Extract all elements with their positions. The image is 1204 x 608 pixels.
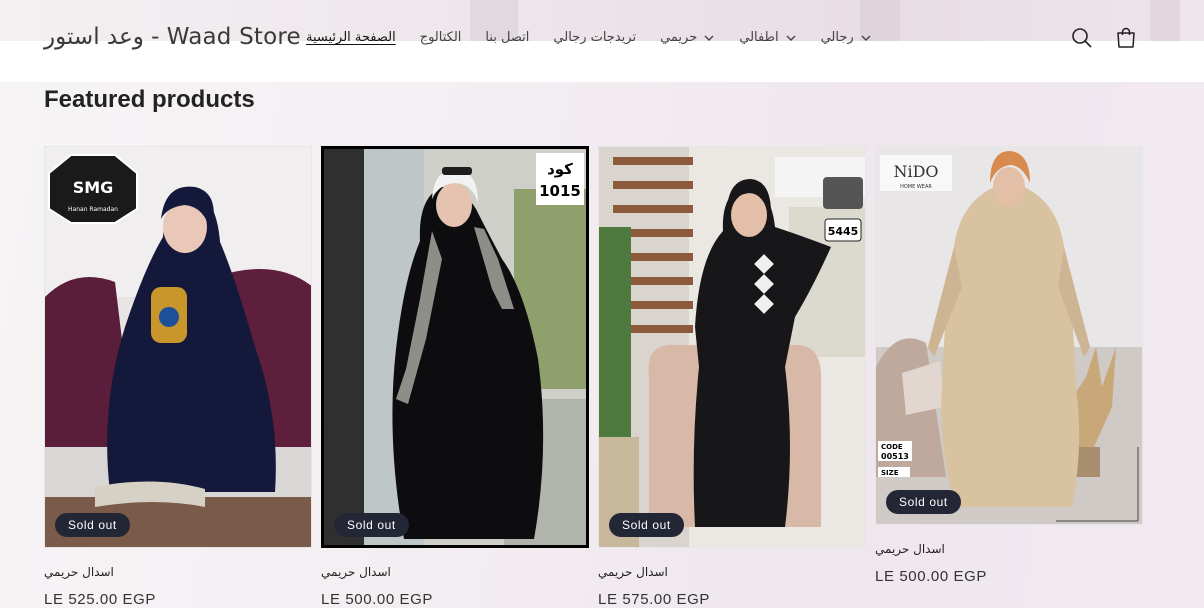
product-code: 1015 [539, 182, 581, 200]
product-card[interactable]: SMG Hanan Ramadan Sold out اسدال حريمي L… [44, 146, 312, 608]
site-header: وعد استور - Waad Store الصفحة الرئيسية ا… [0, 0, 1204, 82]
brand-subtext: HOME WEAR [900, 184, 932, 190]
brand-text: NiDO [893, 162, 938, 181]
main-nav: الصفحة الرئيسية الكتالوج اتصل بنا تريدجا… [306, 30, 896, 45]
product-name[interactable]: اسدال حريمي [44, 565, 312, 579]
store-logo[interactable]: وعد استور - Waad Store [44, 24, 301, 50]
product-card[interactable]: NiDO HOME WEAR CODE 00513 SIZE Sold out … [875, 146, 1143, 585]
product-photo: كود 1015 [324, 149, 586, 545]
product-image[interactable]: NiDO HOME WEAR CODE 00513 SIZE Sold out [875, 146, 1143, 525]
product-name[interactable]: اسدال حريمي [875, 542, 1143, 556]
product-photo: 5445 [599, 147, 865, 547]
size-label: SIZE [881, 469, 899, 477]
nav-item-men[interactable]: رجالي [821, 30, 872, 45]
search-button[interactable] [1070, 26, 1094, 50]
product-card[interactable]: 5445 Sold out اسدال حريمي LE 575.00 EGP [598, 146, 866, 608]
product-name[interactable]: اسدال حريمي [598, 565, 866, 579]
product-price: LE 575.00 EGP [598, 591, 711, 608]
nav-label: تريدجات رجالي [553, 30, 637, 45]
nav-item-catalog[interactable]: الكتالوج [420, 30, 462, 45]
product-price: LE 500.00 EGP [875, 568, 988, 585]
sold-out-badge: Sold out [886, 490, 961, 514]
product-code: 00513 [881, 452, 909, 461]
nav-label: اتصل بنا [485, 30, 530, 45]
nav-label: رجالي [820, 30, 854, 45]
code-label: CODE [881, 443, 903, 451]
nav-label: حريمي [660, 30, 698, 45]
code-label: كود [547, 160, 573, 178]
search-icon [1072, 28, 1092, 48]
nav-item-men-tracksuits[interactable]: تريدجات رجالي [553, 30, 636, 45]
product-price: LE 525.00 EGP [44, 591, 157, 608]
chevron-down-icon [861, 35, 871, 41]
nav-item-kids[interactable]: اطفالي [739, 30, 796, 45]
nav-item-contact[interactable]: اتصل بنا [485, 30, 529, 45]
nav-label: اطفالي [739, 30, 779, 45]
cart-button[interactable] [1114, 26, 1138, 50]
product-photo: NiDO HOME WEAR CODE 00513 SIZE [876, 147, 1142, 524]
product-image[interactable]: SMG Hanan Ramadan Sold out [44, 146, 312, 548]
brand-subtext: Hanan Ramadan [68, 206, 118, 213]
product-price: LE 500.00 EGP [321, 591, 434, 608]
cart-icon [1117, 27, 1135, 48]
product-code: 5445 [828, 225, 859, 238]
sold-out-badge: Sold out [55, 513, 130, 537]
chevron-down-icon [704, 35, 714, 41]
product-image[interactable]: كود 1015 Sold out [321, 146, 589, 548]
brand-text: SMG [73, 178, 114, 197]
product-card[interactable]: كود 1015 Sold out اسدال حريمي LE 500.00 … [321, 146, 589, 608]
chevron-down-icon [786, 35, 796, 41]
product-name[interactable]: اسدال حريمي [321, 565, 589, 579]
sold-out-badge: Sold out [334, 513, 409, 537]
product-photo: SMG Hanan Ramadan [45, 147, 311, 547]
nav-label: الصفحة الرئيسية [306, 30, 396, 45]
product-image[interactable]: 5445 Sold out [598, 146, 866, 548]
nav-label: الكتالوج [419, 30, 462, 45]
section-title: Featured products [44, 86, 255, 113]
nav-item-home[interactable]: الصفحة الرئيسية [306, 30, 396, 45]
nav-item-women[interactable]: حريمي [660, 30, 715, 45]
sold-out-badge: Sold out [609, 513, 684, 537]
